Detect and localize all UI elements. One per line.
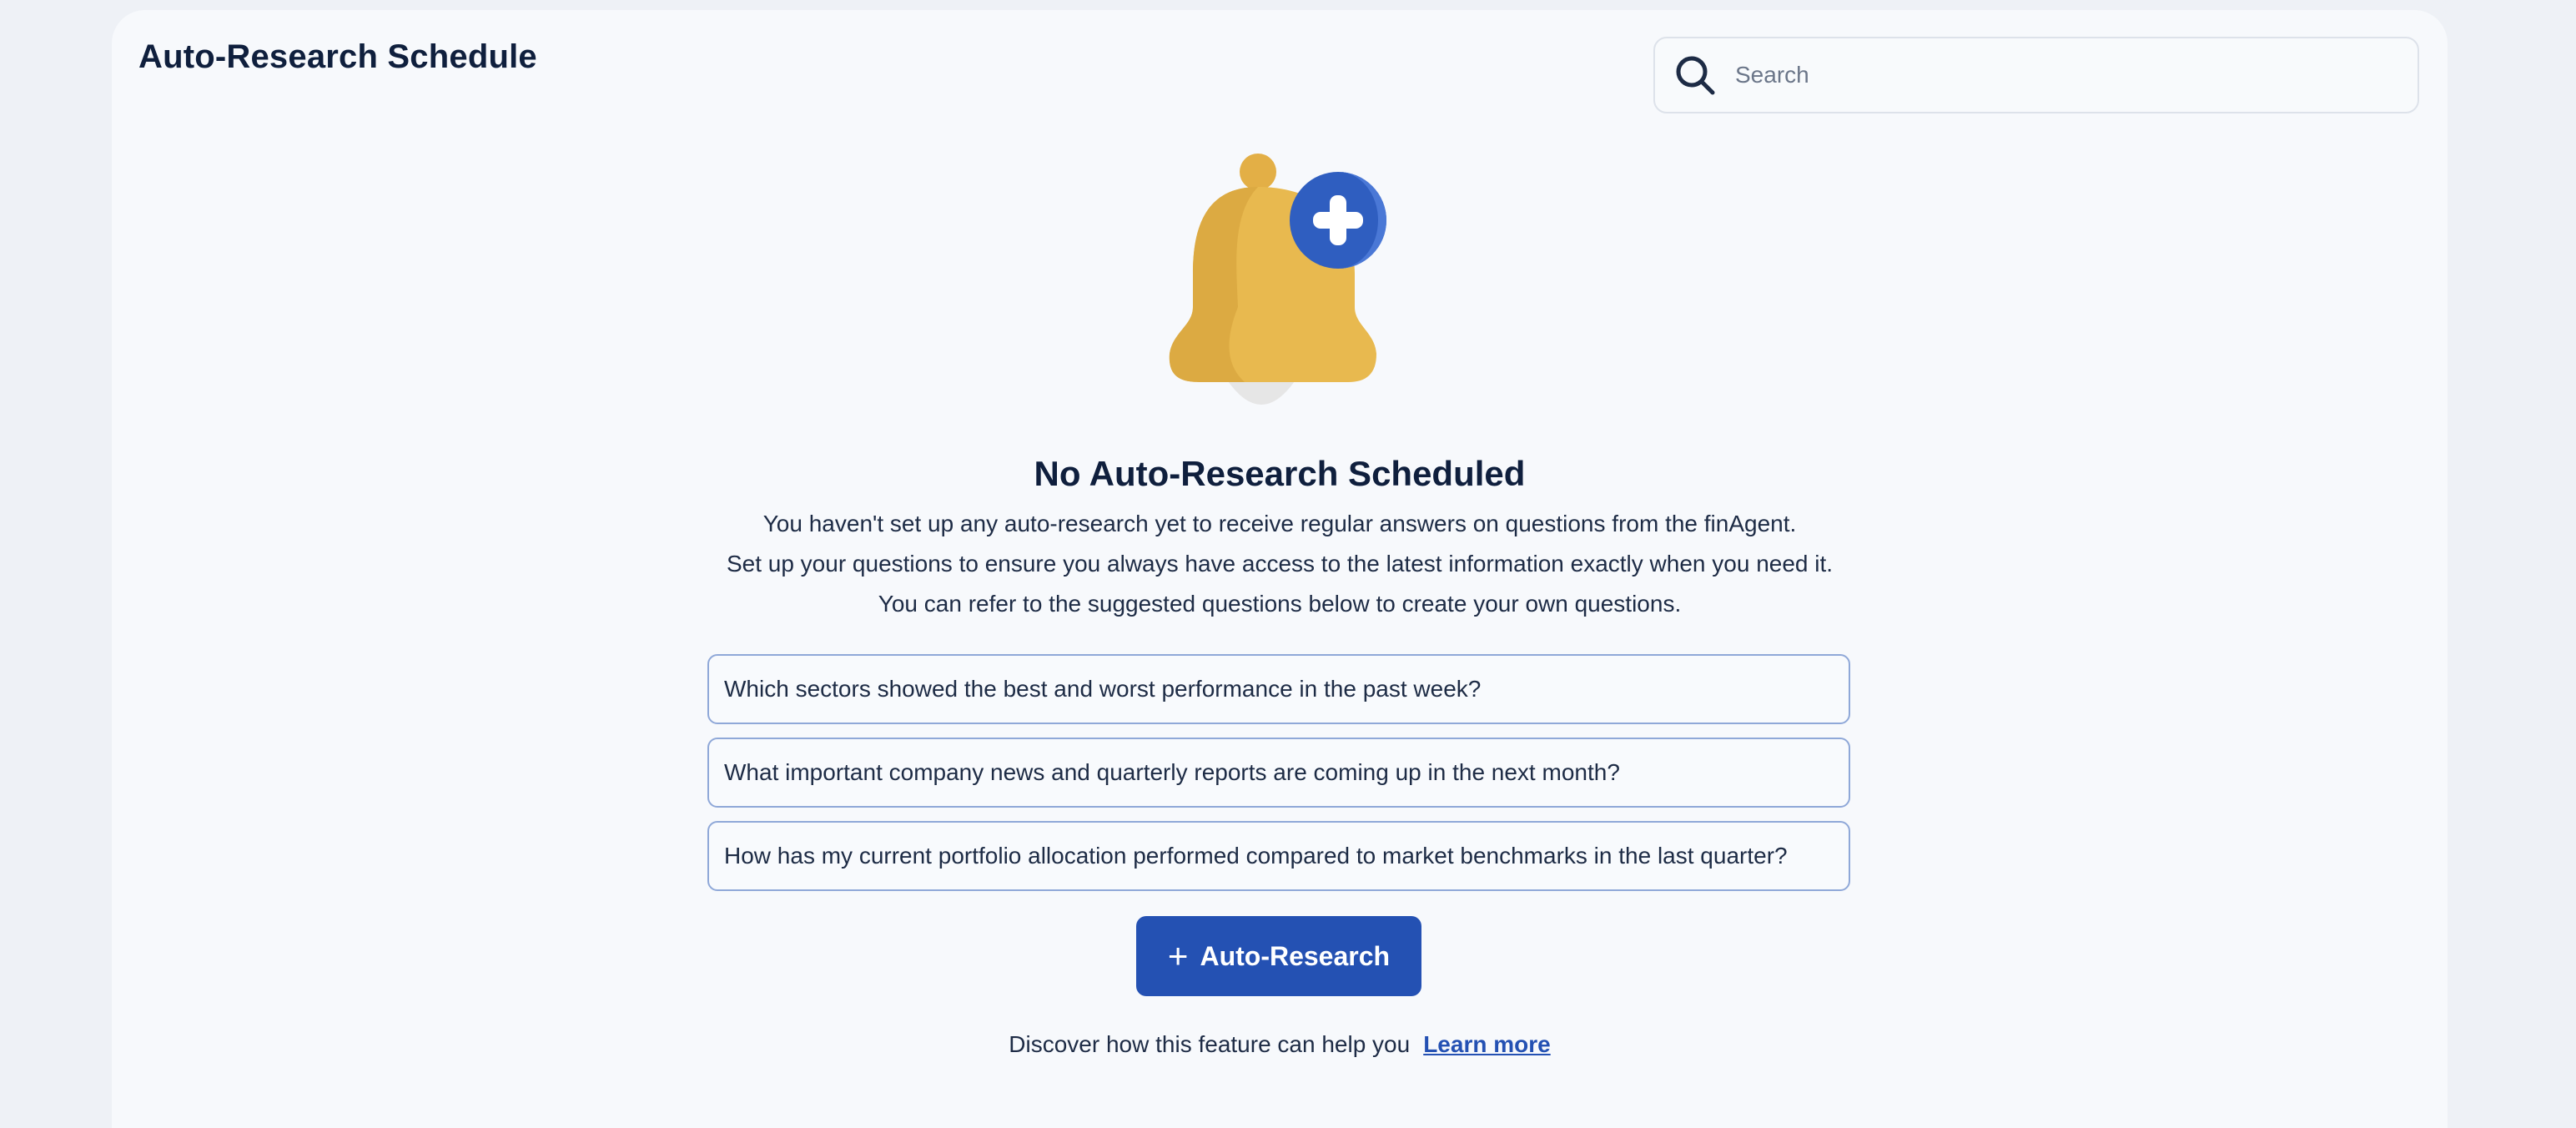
footer-help: Discover how this feature can help you Le… bbox=[112, 1031, 2448, 1058]
empty-state-title: No Auto-Research Scheduled bbox=[1034, 454, 1526, 493]
footer-text: Discover how this feature can help you bbox=[1009, 1031, 1411, 1057]
page-title: Auto-Research Schedule bbox=[138, 38, 537, 75]
suggested-question[interactable]: What important company news and quarterl… bbox=[707, 738, 1850, 808]
search-box[interactable] bbox=[1653, 37, 2419, 113]
suggested-question[interactable]: Which sectors showed the best and worst … bbox=[707, 654, 1850, 724]
empty-state-description-line-2: Set up your questions to ensure you alwa… bbox=[726, 551, 1834, 577]
learn-more-link[interactable]: Learn more bbox=[1423, 1031, 1551, 1057]
search-icon bbox=[1672, 52, 1718, 98]
bell-with-plus-icon bbox=[1145, 140, 1411, 424]
suggested-question[interactable]: How has my current portfolio allocation … bbox=[707, 821, 1850, 891]
plus-icon: + bbox=[1167, 936, 1189, 975]
empty-state-description-line-3: You can refer to the suggested questions… bbox=[878, 591, 1682, 617]
search-input[interactable] bbox=[1733, 61, 2387, 89]
main-panel: Auto-Research Schedule No Auto-Rese bbox=[112, 10, 2448, 1128]
empty-state-description-line-1: You haven't set up any auto-research yet… bbox=[762, 511, 1797, 536]
add-auto-research-button[interactable]: + Auto-Research bbox=[1136, 916, 1421, 996]
add-auto-research-label: Auto-Research bbox=[1200, 940, 1391, 971]
